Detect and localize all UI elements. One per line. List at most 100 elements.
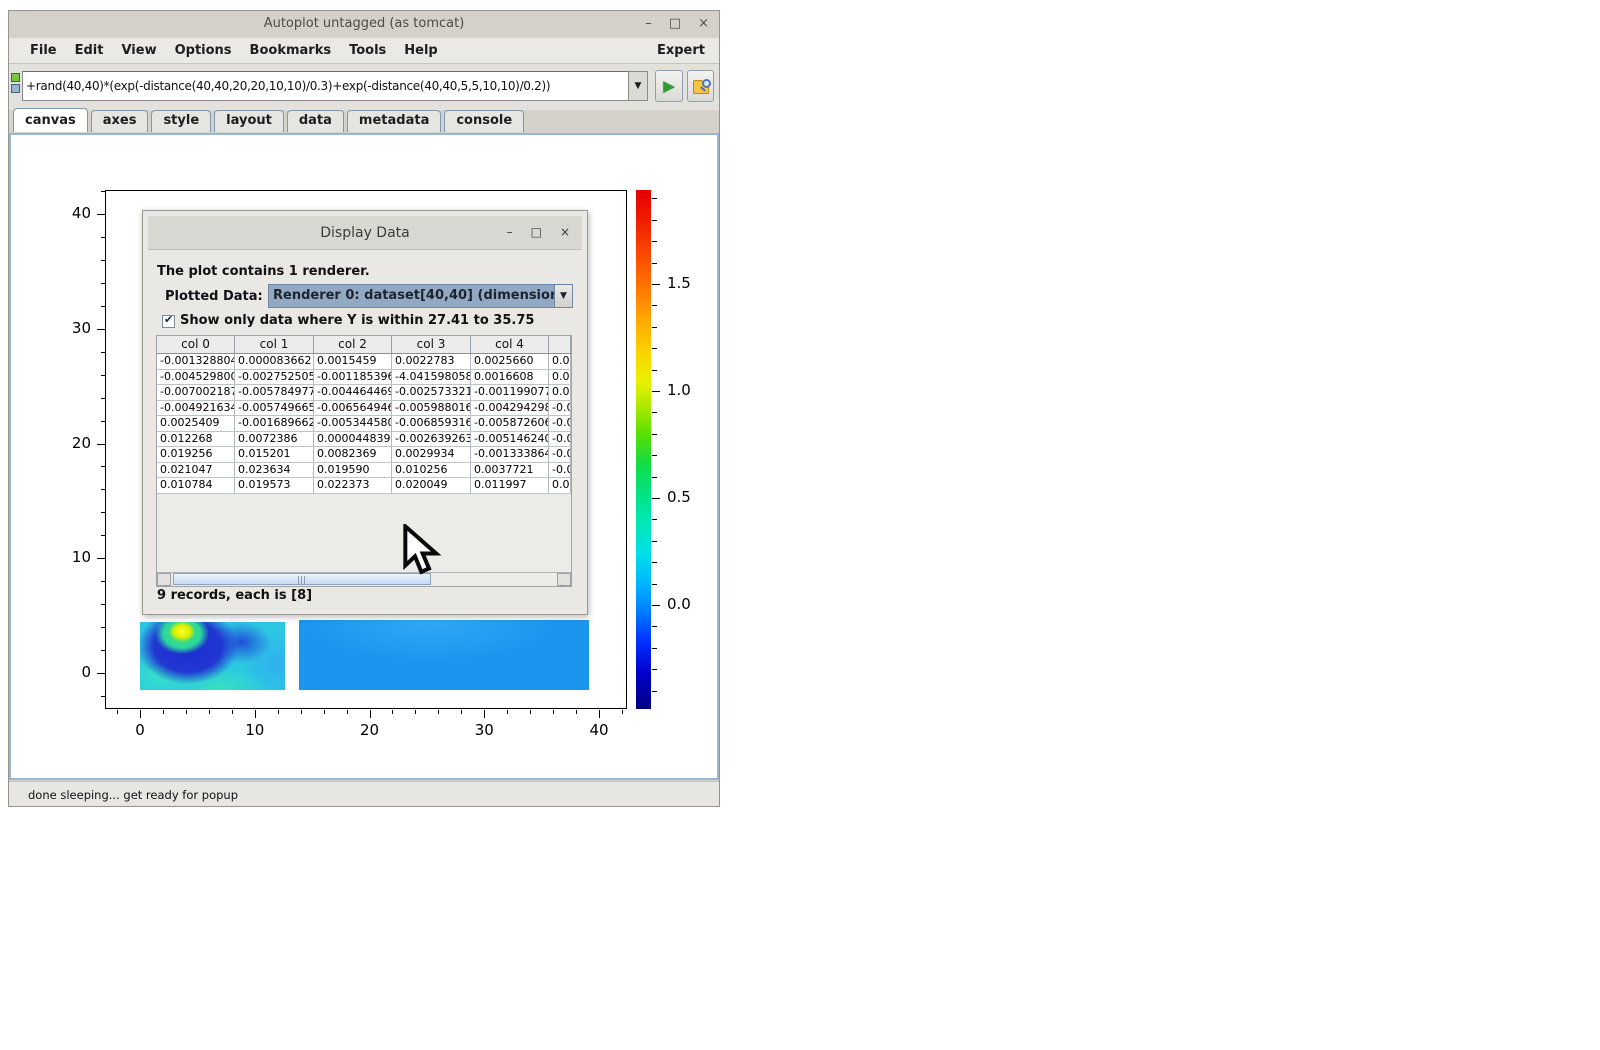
table-row[interactable]: 0.0025409-0.001689662...-0.005344580...-…	[157, 416, 571, 432]
tab-data[interactable]: data	[287, 110, 344, 132]
table-row[interactable]: -0.004529800...-0.002752505...-0.0011853…	[157, 370, 571, 386]
table-cell[interactable]: -0.005344580...	[314, 416, 392, 431]
tab-style[interactable]: style	[151, 110, 211, 132]
table-cell[interactable]: 0.020049	[392, 478, 471, 493]
table-cell[interactable]: -0.005988016...	[392, 401, 471, 416]
plotted-data-combobox[interactable]: Renderer 0: dataset[40,40] (dimension...…	[268, 284, 573, 308]
table-cell[interactable]: 0.0016608	[471, 370, 549, 385]
table-cell[interactable]: -0.004921634...	[157, 401, 235, 416]
table-row[interactable]: -0.001328804...0.0000836620.00154590.002…	[157, 354, 571, 370]
table-cell[interactable]: 0.0029934	[392, 447, 471, 462]
table-row[interactable]: 0.0192560.0152010.00823690.0029934-0.001…	[157, 447, 571, 463]
table-cell[interactable]: 0.019590	[314, 463, 392, 478]
table-row[interactable]: -0.007002187...-0.005784977...-0.0044644…	[157, 385, 571, 401]
table-cell[interactable]: 0.00	[549, 370, 571, 385]
table-cell[interactable]: 0.0015459	[314, 354, 392, 369]
column-header[interactable]: col 3	[392, 336, 471, 353]
table-cell[interactable]: -4.041598058...	[392, 370, 471, 385]
expert-toggle[interactable]: Expert	[657, 43, 707, 58]
scrollbar-thumb[interactable]	[173, 573, 431, 585]
column-header[interactable]: col 4	[471, 336, 549, 353]
table-cell[interactable]: -0.0	[549, 401, 571, 416]
table-cell[interactable]: 0.015201	[235, 447, 314, 462]
table-cell[interactable]: -0.0	[549, 416, 571, 431]
window-titlebar[interactable]: Autoplot untagged (as tomcat) – □ ×	[9, 11, 719, 38]
horizontal-scrollbar[interactable]: ◄ ►	[157, 572, 571, 586]
table-cell[interactable]: 0.011997	[471, 478, 549, 493]
tab-metadata[interactable]: metadata	[347, 110, 441, 132]
table-row[interactable]: -0.004921634...-0.005749665...-0.0065649…	[157, 401, 571, 417]
table-cell[interactable]: 0.000083662	[235, 354, 314, 369]
menu-file[interactable]: File	[21, 40, 66, 61]
table-cell[interactable]: 0.0022783	[392, 354, 471, 369]
scroll-right-button[interactable]: ►	[557, 573, 571, 586]
uri-dropdown-button[interactable]: ▼	[629, 71, 648, 101]
filter-checkbox[interactable]: ✔	[162, 315, 175, 328]
table-cell[interactable]: -0.0	[549, 463, 571, 478]
tab-layout[interactable]: layout	[214, 110, 284, 132]
tab-console[interactable]: console	[444, 110, 524, 132]
scrollbar-track[interactable]	[171, 573, 557, 586]
dialog-maximize-icon[interactable]: □	[531, 224, 542, 240]
table-cell[interactable]: -0.004464469...	[314, 385, 392, 400]
table-cell[interactable]: -0.001199077...	[471, 385, 549, 400]
table-cell[interactable]: -0.005872606...	[471, 416, 549, 431]
maximize-icon[interactable]: □	[669, 15, 681, 33]
combobox-arrow-icon[interactable]: ▼	[554, 285, 572, 307]
table-cell[interactable]: 0.0082369	[314, 447, 392, 462]
column-header[interactable]: col 1	[235, 336, 314, 353]
menu-view[interactable]: View	[112, 40, 165, 61]
table-cell[interactable]: 0.0025660	[471, 354, 549, 369]
table-cell[interactable]: -0.005749665...	[235, 401, 314, 416]
column-header[interactable]: col 0	[157, 336, 235, 353]
table-cell[interactable]: 0.023634	[235, 463, 314, 478]
menu-tools[interactable]: Tools	[340, 40, 395, 61]
menu-edit[interactable]: Edit	[66, 40, 113, 61]
inspect-uri-button[interactable]	[687, 70, 714, 102]
colorbar[interactable]	[636, 190, 651, 709]
table-row[interactable]: 0.0107840.0195730.0223730.0200490.011997…	[157, 478, 571, 494]
table-cell[interactable]: -0.004294298...	[471, 401, 549, 416]
close-icon[interactable]: ×	[698, 15, 709, 33]
dialog-minimize-icon[interactable]: –	[507, 224, 513, 240]
scroll-left-button[interactable]: ◄	[157, 573, 171, 586]
table-cell[interactable]: 0.0072386	[235, 432, 314, 447]
table-cell[interactable]: 0.00	[549, 385, 571, 400]
table-cell[interactable]: -0.001333864...	[471, 447, 549, 462]
table-row[interactable]: 0.0122680.00723860.000044839-0.002639263…	[157, 432, 571, 448]
dialog-close-icon[interactable]: ×	[560, 224, 570, 240]
table-cell[interactable]: -0.006859316...	[392, 416, 471, 431]
table-cell[interactable]: 0.012268	[157, 432, 235, 447]
go-button[interactable]: ▶	[655, 70, 683, 102]
table-cell[interactable]: -0.0	[549, 432, 571, 447]
table-cell[interactable]: 0.019573	[235, 478, 314, 493]
dialog-titlebar[interactable]: Display Data – □ ×	[148, 216, 582, 250]
table-cell[interactable]: -0.002752505...	[235, 370, 314, 385]
table-cell[interactable]: 0.022373	[314, 478, 392, 493]
tab-canvas[interactable]: canvas	[13, 108, 88, 132]
column-header[interactable]	[549, 336, 571, 353]
table-cell[interactable]: 0.0025409	[157, 416, 235, 431]
table-row[interactable]: 0.0210470.0236340.0195900.0102560.003772…	[157, 463, 571, 479]
minimize-icon[interactable]: –	[645, 15, 652, 33]
table-cell[interactable]: 0.010784	[157, 478, 235, 493]
table-cell[interactable]: -0.001328804...	[157, 354, 235, 369]
table-cell[interactable]: 0.019256	[157, 447, 235, 462]
menu-options[interactable]: Options	[166, 40, 241, 61]
table-cell[interactable]: -0.006564946...	[314, 401, 392, 416]
table-cell[interactable]: -0.002639263...	[392, 432, 471, 447]
table-cell[interactable]: -0.001689662...	[235, 416, 314, 431]
column-header[interactable]: col 2	[314, 336, 392, 353]
table-cell[interactable]: 0.021047	[157, 463, 235, 478]
table-cell[interactable]: -0.002573321...	[392, 385, 471, 400]
filter-checkbox-label[interactable]: Show only data where Y is within 27.41 t…	[180, 313, 534, 328]
table-cell[interactable]: -0.005784977...	[235, 385, 314, 400]
table-cell[interactable]: -0.001185396...	[314, 370, 392, 385]
table-cell[interactable]: -0.005146240...	[471, 432, 549, 447]
table-cell[interactable]: 0.010256	[392, 463, 471, 478]
menu-bookmarks[interactable]: Bookmarks	[241, 40, 341, 61]
table-cell[interactable]: 0.00	[549, 354, 571, 369]
uri-input[interactable]	[22, 71, 629, 101]
table-cell[interactable]: -0.004529800...	[157, 370, 235, 385]
menu-help[interactable]: Help	[395, 40, 446, 61]
